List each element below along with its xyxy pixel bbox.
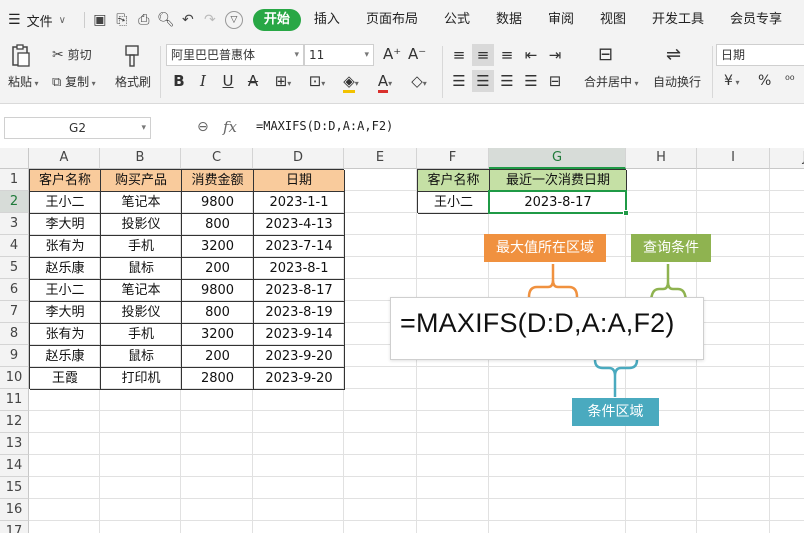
formula-callout-text: =MAXIFS(D:D,A:A,F2) (400, 308, 675, 338)
formula-callout: =MAXIFS(D:D,A:A,F2) (390, 297, 704, 360)
label-criteria: 查询条件 (631, 234, 711, 262)
label-max-range: 最大值所在区域 (484, 234, 606, 262)
orange-brace (527, 279, 579, 298)
label-criteria-range: 条件区域 (572, 398, 659, 426)
annotation-brackets (527, 264, 688, 397)
